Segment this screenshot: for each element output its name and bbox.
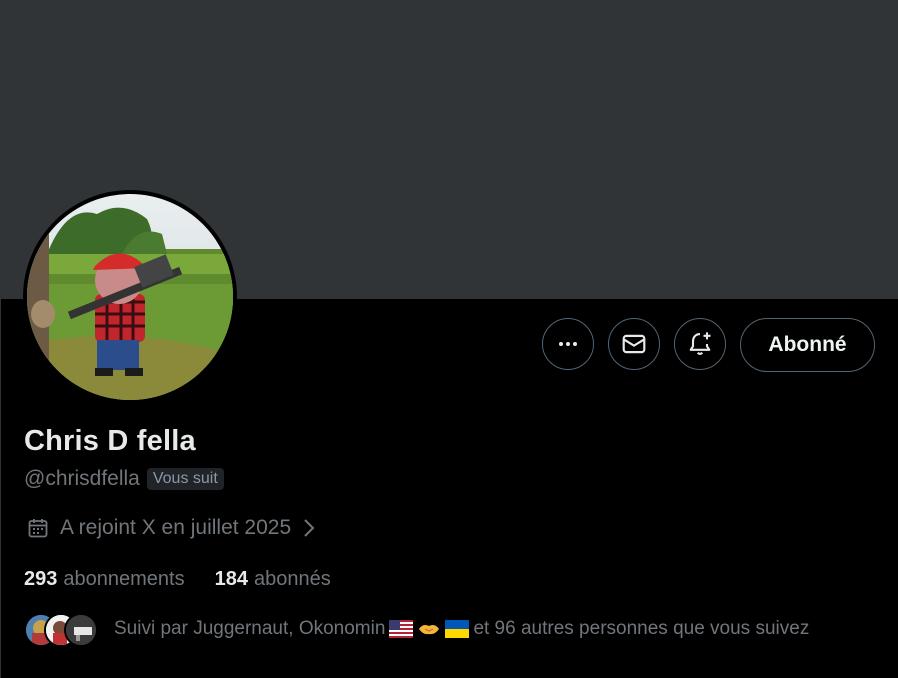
joined-text: A rejoint X en juillet 2025 [60, 516, 292, 539]
following-label: abonnements [63, 568, 185, 590]
following-count: 293 [24, 568, 58, 590]
following-button[interactable]: Abonné [740, 318, 875, 372]
followers-count: 184 [214, 568, 248, 590]
message-button[interactable] [608, 318, 660, 370]
bell-plus-icon [689, 332, 711, 355]
followed-by-others: et 96 autres personnes que vous suivez [473, 618, 810, 639]
more-horizontal-icon [559, 342, 577, 346]
handshake-icon [419, 625, 440, 635]
profile-actions: Abonné [0, 318, 898, 372]
follows-you-badge: Vous suit [146, 468, 224, 490]
notify-button[interactable] [674, 318, 726, 370]
handle-row: @chrisdfella Vous suit [24, 467, 224, 491]
followed-by-names: Suivi par Juggernaut, Okonomin [114, 618, 386, 639]
ua-flag-icon [445, 620, 470, 638]
chevron-right-icon [304, 519, 315, 537]
followed-by[interactable]: Suivi par Juggernaut, Okonomin et 96 aut… [24, 612, 809, 647]
handle: @chrisdfella [24, 467, 140, 490]
display-name: Chris D fella [24, 425, 196, 457]
followers-label: abonnés [253, 568, 331, 590]
calendar-icon [28, 519, 48, 538]
envelope-icon [622, 334, 646, 354]
avatar [64, 613, 98, 647]
followed-by-avatars [24, 612, 98, 647]
following-stat[interactable]: 293 abonnements [24, 568, 185, 591]
follow-stats: 293 abonnements 184 abonnés [24, 568, 331, 591]
more-button[interactable] [542, 318, 594, 370]
followed-by-text: Suivi par Juggernaut, Okonomin et 96 aut… [114, 618, 809, 640]
joined-date[interactable]: A rejoint X en juillet 2025 [26, 516, 317, 540]
us-flag-icon [389, 620, 414, 638]
followers-stat[interactable]: 184 abonnés [215, 568, 331, 591]
